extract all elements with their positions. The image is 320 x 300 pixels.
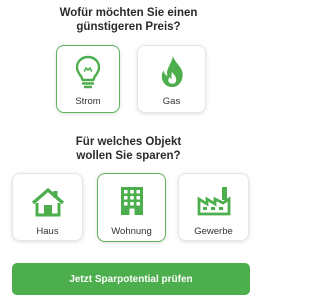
factory-icon <box>197 187 230 216</box>
option-haus[interactable]: Haus <box>12 173 83 241</box>
option-gas-label: Gas <box>162 96 181 107</box>
flame-icon <box>161 56 183 87</box>
option-strom[interactable]: Strom <box>56 45 120 113</box>
check-savings-button[interactable]: Jetzt Sparpotential prüfen <box>12 263 250 295</box>
house-icon <box>31 187 64 217</box>
option-gewerbe[interactable]: Gewerbe <box>178 173 249 241</box>
option-haus-label: Haus <box>36 226 59 237</box>
option-gewerbe-label: Gewerbe <box>194 226 233 237</box>
option-gas[interactable]: Gas <box>137 45 206 113</box>
building-icon <box>120 187 143 215</box>
option-wohnung[interactable]: Wohnung <box>97 173 166 242</box>
object-question: Für welches Objekt wollen Sie sparen? <box>75 136 182 162</box>
lightbulb-icon <box>75 55 101 89</box>
energy-question: Wofür möchten Sie einen günstigeren Prei… <box>59 7 198 33</box>
option-wohnung-label: Wohnung <box>111 226 152 237</box>
option-strom-label: Strom <box>75 96 101 107</box>
